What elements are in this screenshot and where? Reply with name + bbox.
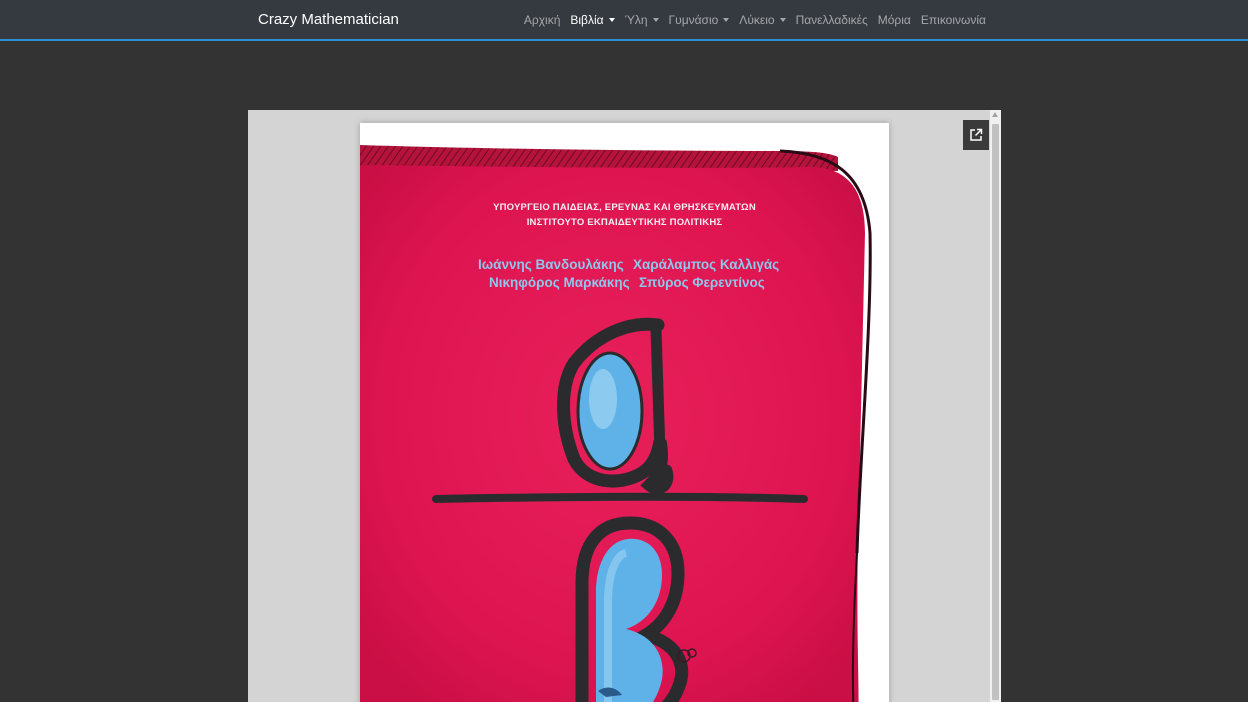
cover-author: Ιωάννης Βανδουλάκης	[478, 257, 624, 272]
top-navbar: Crazy Mathematician Αρχική Βιβλία Ύλη Γυ…	[0, 0, 1248, 41]
cover-author: Σπύρος Φερεντίνος	[639, 275, 765, 290]
nav-item-panhellenic[interactable]: Πανελλαδικές	[796, 13, 868, 27]
cover-author: Χαράλαμπος Καλλιγάς	[633, 257, 780, 272]
nav-item-label: Επικοινωνία	[920, 12, 986, 27]
nav-item-home[interactable]: Αρχική	[524, 13, 560, 27]
cover-author: Νικηφόρος Μαρκάκης	[489, 275, 630, 290]
caret-down-icon	[652, 17, 659, 22]
open-in-new-icon	[970, 128, 983, 141]
caret-down-icon	[779, 17, 786, 22]
nav-item-label: Ύλη	[624, 12, 648, 27]
cover-ministry-text: ΥΠΟΥΡΓΕΙΟ ΠΑΙΔΕΙΑΣ, ΕΡΕΥΝΑΣ ΚΑΙ ΘΡΗΣΚΕΥΜ…	[493, 202, 756, 213]
nav-item-syllabus[interactable]: Ύλη	[625, 13, 659, 27]
nav-item-gymnasium[interactable]: Γυμνάσιο	[669, 13, 730, 27]
scroll-thumb[interactable]	[992, 124, 999, 700]
nav-item-label: Βιβλία	[570, 12, 604, 27]
nav-item-lyceum[interactable]: Λύκειο	[739, 12, 786, 27]
nav-item-moria[interactable]: Μόρια	[878, 13, 911, 27]
scroll-up-arrow-icon[interactable]	[992, 112, 998, 117]
caret-down-icon	[608, 17, 615, 22]
nav-item-label: Πανελλαδικές	[795, 12, 868, 27]
caret-down-icon	[723, 17, 730, 22]
nav-item-label: Μόρια	[877, 12, 911, 27]
viewer-scrollbar[interactable]	[990, 110, 1001, 702]
cover-institute-text: ΙΝΣΤΙΤΟΥΤΟ ΕΚΠΑΙΔΕΥΤΙΚΗΣ ΠΟΛΙΤΙΚΗΣ	[526, 217, 723, 228]
brand-link[interactable]: Crazy Mathematician	[258, 0, 399, 39]
nav-item-contact[interactable]: Επικοινωνία	[921, 13, 986, 27]
nav-item-books[interactable]: Βιβλία	[570, 12, 615, 27]
popout-button[interactable]	[963, 120, 989, 150]
nav-item-label: Λύκειο	[739, 12, 775, 27]
nav-item-label: Γυμνάσιο	[668, 12, 719, 27]
pdf-page: ΥΠΟΥΡΓΕΙΟ ΠΑΙΔΕΙΑΣ, ΕΡΕΥΝΑΣ ΚΑΙ ΘΡΗΣΚΕΥΜ…	[360, 123, 889, 702]
nav-item-label: Αρχική	[523, 12, 561, 27]
pdf-viewer[interactable]: ΥΠΟΥΡΓΕΙΟ ΠΑΙΔΕΙΑΣ, ΕΡΕΥΝΑΣ ΚΑΙ ΘΡΗΣΚΕΥΜ…	[248, 110, 1001, 702]
nav-menu: Αρχική Βιβλία Ύλη Γυμνάσιο Λύκειο Πανελλ…	[524, 0, 986, 39]
